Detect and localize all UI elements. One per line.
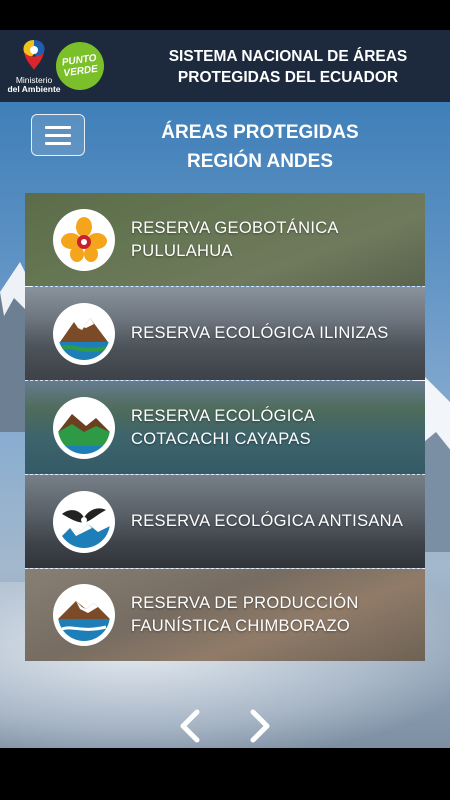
icon-badge (53, 396, 115, 459)
page-title-line2: REGIÓN ANDES (186, 151, 334, 172)
header-title-line2: PROTEGIDAS DEL ECUADOR (177, 69, 399, 86)
list-item-label: RESERVA GEOBOTÁNICA PULULAHUA (131, 217, 339, 263)
orchid-icon (58, 213, 110, 266)
ambiente-label: del Ambiente (7, 84, 61, 94)
list-item-label: RESERVA ECOLÓGICA ANTISANA (131, 510, 403, 533)
chevron-left-icon[interactable] (175, 708, 205, 744)
label-line2: COTACACHI CAYAPAS (131, 429, 311, 448)
list-item-label: RESERVA ECOLÓGICA COTACACHI CAYAPAS (131, 405, 315, 451)
list-item-ilinizas[interactable]: RESERVA ECOLÓGICA ILINIZAS (25, 287, 425, 381)
green-hills-icon (58, 401, 110, 454)
page-title: ÁREAS PROTEGIDAS REGIÓN ANDES (105, 118, 415, 176)
label-line1: RESERVA ECOLÓGICA ANTISANA (131, 512, 404, 530)
label-line2: FAUNÍSTICA CHIMBORAZO (131, 617, 350, 635)
icon-badge (53, 584, 115, 646)
label-line1: RESERVA ECOLÓGICA (131, 406, 316, 425)
snowy-mountain-icon (58, 589, 110, 641)
ministerio-emblem-icon (23, 40, 45, 70)
icon-badge (53, 302, 115, 365)
hamburger-menu-icon (45, 141, 71, 145)
menu-button[interactable] (31, 114, 85, 156)
header-title-line1: SISTEMA NACIONAL DE ÁREAS (168, 48, 408, 65)
label-line1: RESERVA DE PRODUCCIÓN (131, 594, 359, 612)
icon-badge (53, 208, 115, 271)
list-item-label: RESERVA ECOLÓGICA ILINIZAS (131, 322, 389, 345)
list-item-cotacachi-cayapas[interactable]: RESERVA ECOLÓGICA COTACACHI CAYAPAS (25, 381, 425, 475)
hamburger-menu-icon (45, 125, 71, 129)
list-item-chimborazo[interactable]: RESERVA DE PRODUCCIÓN FAUNÍSTICA CHIMBOR… (25, 569, 425, 661)
list-item-antisana[interactable]: RESERVA ECOLÓGICA ANTISANA (25, 475, 425, 569)
protected-areas-list: RESERVA GEOBOTÁNICA PULULAHUA RESERVA EC… (25, 193, 425, 661)
list-item-pululahua[interactable]: RESERVA GEOBOTÁNICA PULULAHUA (25, 193, 425, 287)
header-title: SISTEMA NACIONAL DE ÁREAS PROTEGIDAS DEL… (128, 46, 448, 88)
pagination-nav (0, 700, 450, 750)
app-header: Ministerio del Ambiente PUNTO VERDE SIST… (0, 30, 450, 102)
condor-icon (58, 495, 110, 548)
mountain-river-icon (58, 307, 110, 360)
label-line1: RESERVA GEOBOTÁNICA (131, 218, 339, 237)
page-title-line1: ÁREAS PROTEGIDAS (161, 122, 359, 143)
chevron-right-icon[interactable] (245, 708, 275, 744)
ministerio-ambiente-logo: Ministerio del Ambiente (6, 36, 62, 96)
list-item-label: RESERVA DE PRODUCCIÓN FAUNÍSTICA CHIMBOR… (131, 592, 359, 638)
system-navigation-bar (0, 748, 450, 800)
label-line1: RESERVA ECOLÓGICA ILINIZAS (131, 324, 389, 342)
icon-badge (53, 490, 115, 553)
hamburger-menu-icon (45, 133, 71, 137)
label-line2: PULULAHUA (131, 241, 233, 260)
